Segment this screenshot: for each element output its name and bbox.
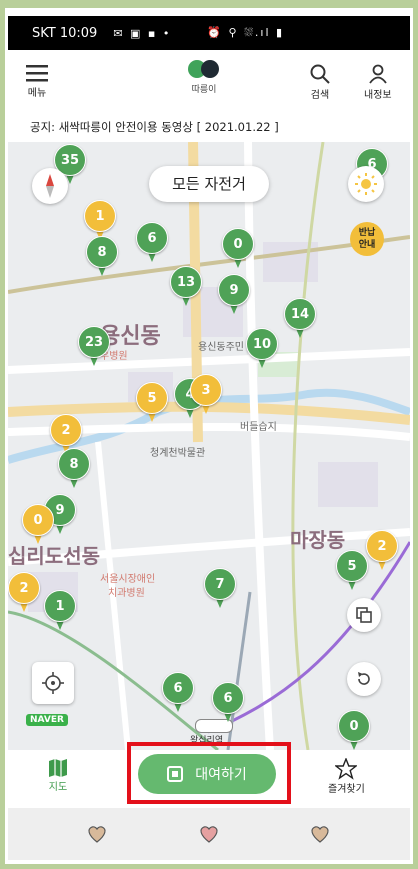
naver-map-logo: NAVER bbox=[26, 714, 68, 726]
bike-station-pin[interactable]: 0 bbox=[222, 228, 256, 270]
pin-bike-count: 0 bbox=[22, 504, 54, 536]
bike-station-pin[interactable]: 23 bbox=[78, 326, 112, 368]
bike-station-pin[interactable]: 5 bbox=[136, 382, 170, 424]
sun-icon bbox=[355, 173, 377, 195]
search-icon bbox=[310, 64, 330, 84]
pin-bike-count: 2 bbox=[50, 414, 82, 446]
bike-station-pin[interactable]: 6 bbox=[212, 682, 246, 724]
bike-station-pin[interactable]: 13 bbox=[170, 266, 204, 308]
bike-station-pin[interactable]: 3 bbox=[190, 374, 224, 416]
person-icon bbox=[369, 64, 387, 84]
logo-mark bbox=[184, 58, 224, 80]
pin-bike-count: 10 bbox=[246, 328, 278, 360]
map-view[interactable]: 용신동 마장동 십리도선동 우병원 용신동주민 버들습지 청계천박물관 서울시장… bbox=[8, 142, 410, 750]
pin-bike-count: 1 bbox=[84, 200, 116, 232]
pin-bike-count: 6 bbox=[136, 222, 168, 254]
map-icon bbox=[49, 759, 67, 777]
system-nav-bar bbox=[8, 808, 410, 860]
notification-icons: ✉ ▣ ▪ • bbox=[113, 26, 172, 40]
rent-button-label: 대여하기 bbox=[195, 767, 247, 783]
return-badge-line1: 반납 bbox=[358, 228, 376, 238]
tab-favorites[interactable]: 즐겨찾기 bbox=[328, 758, 365, 795]
heart-icon-right[interactable] bbox=[309, 824, 331, 844]
tab-map-label: 지도 bbox=[48, 782, 68, 793]
pin-bike-count: 0 bbox=[338, 710, 370, 742]
heart-icon-center[interactable] bbox=[198, 824, 220, 844]
bike-station-pin[interactable]: 8 bbox=[86, 236, 120, 278]
weather-button[interactable] bbox=[348, 166, 384, 202]
menu-button[interactable]: 메뉴 bbox=[26, 64, 48, 99]
hamburger-icon bbox=[26, 65, 48, 82]
bike-station-pin[interactable]: 1 bbox=[44, 590, 78, 632]
logo-text: 따릉이 bbox=[191, 85, 217, 95]
return-guide-badge[interactable]: 반납 안내 bbox=[350, 222, 384, 256]
bike-station-pin[interactable]: 6 bbox=[162, 672, 196, 714]
profile-label: 내정보 bbox=[364, 90, 392, 101]
qr-scan-icon bbox=[167, 766, 184, 782]
bike-station-pin[interactable]: 0 bbox=[22, 504, 56, 546]
crosshair-icon bbox=[42, 672, 64, 694]
layers-button[interactable] bbox=[347, 598, 381, 632]
pin-bike-count: 8 bbox=[86, 236, 118, 268]
bike-station-pin[interactable]: 0 bbox=[338, 710, 372, 750]
pin-bike-count: 3 bbox=[190, 374, 222, 406]
bike-station-pin[interactable]: 2 bbox=[366, 530, 400, 572]
pin-bike-count: 6 bbox=[162, 672, 194, 704]
status-time: SKT 10:09 bbox=[32, 25, 98, 41]
area-label-majang: 마장동 bbox=[290, 528, 346, 552]
bike-station-pin[interactable]: 9 bbox=[218, 274, 252, 316]
pin-bike-count: 9 bbox=[218, 274, 250, 306]
poi-dental-2: 치과병원 bbox=[108, 588, 145, 599]
pin-bike-count: 8 bbox=[58, 448, 90, 480]
tab-map[interactable]: 지도 bbox=[48, 758, 68, 793]
bike-station-pin[interactable]: 7 bbox=[204, 568, 238, 610]
pin-bike-count: 2 bbox=[8, 572, 40, 604]
compass-icon bbox=[46, 174, 54, 198]
poi-wetland: 버들습지 bbox=[240, 422, 277, 433]
refresh-button[interactable] bbox=[347, 662, 381, 696]
bike-station-pin[interactable]: 8 bbox=[58, 448, 92, 490]
poi-community-center: 용신동주민 bbox=[198, 342, 244, 353]
poi-dental-1: 서울시장애인 bbox=[100, 574, 156, 585]
bottom-tab-bar: 지도 대여하기 즐겨찾기 bbox=[8, 742, 410, 808]
pin-bike-count: 2 bbox=[366, 530, 398, 562]
bike-filter-button[interactable]: 모든 자전거 bbox=[149, 166, 269, 202]
bike-station-pin[interactable]: 5 bbox=[336, 550, 370, 592]
pin-bike-count: 23 bbox=[78, 326, 110, 358]
poi-museum: 청계천박물관 bbox=[150, 448, 206, 459]
layers-icon bbox=[356, 607, 372, 623]
pin-bike-count: 1 bbox=[44, 590, 76, 622]
refresh-icon bbox=[358, 672, 370, 685]
rent-button[interactable]: 대여하기 bbox=[138, 754, 276, 794]
status-bar: SKT 10:09 ✉ ▣ ▪ • ⏰ ⚲ ⛆.ıl ▮ bbox=[8, 16, 410, 50]
bike-station-pin[interactable]: 10 bbox=[246, 328, 280, 370]
current-location-button[interactable] bbox=[32, 662, 74, 704]
search-label: 검색 bbox=[310, 90, 330, 101]
app-logo: 따릉이 bbox=[184, 58, 224, 95]
heart-icon-left[interactable] bbox=[86, 824, 108, 844]
profile-button[interactable]: 내정보 bbox=[364, 64, 392, 101]
pin-bike-count: 5 bbox=[136, 382, 168, 414]
bike-station-pin[interactable]: 6 bbox=[136, 222, 170, 264]
compass-button[interactable] bbox=[32, 168, 68, 204]
pin-bike-count: 7 bbox=[204, 568, 236, 600]
pin-bike-count: 13 bbox=[170, 266, 202, 298]
app-header: 메뉴 따릉이 검색 내정보 bbox=[8, 50, 410, 112]
tab-favorites-label: 즐겨찾기 bbox=[328, 784, 365, 795]
notice-banner[interactable]: 공지: 새싹따릉이 안전이용 동영상 [ 2021.01.22 ] bbox=[8, 112, 410, 142]
bike-station-pin[interactable]: 2 bbox=[8, 572, 42, 614]
system-icons: ⏰ ⚲ ⛆.ıl ▮ bbox=[207, 26, 285, 39]
menu-label: 메뉴 bbox=[27, 88, 47, 99]
bike-station-pin[interactable]: 14 bbox=[284, 298, 318, 340]
pin-bike-count: 0 bbox=[222, 228, 254, 260]
return-badge-line2: 안내 bbox=[358, 240, 376, 250]
search-button[interactable]: 검색 bbox=[310, 64, 330, 101]
pin-bike-count: 5 bbox=[336, 550, 368, 582]
star-icon bbox=[335, 758, 358, 780]
pin-bike-count: 6 bbox=[212, 682, 244, 714]
pin-bike-count: 14 bbox=[284, 298, 316, 330]
